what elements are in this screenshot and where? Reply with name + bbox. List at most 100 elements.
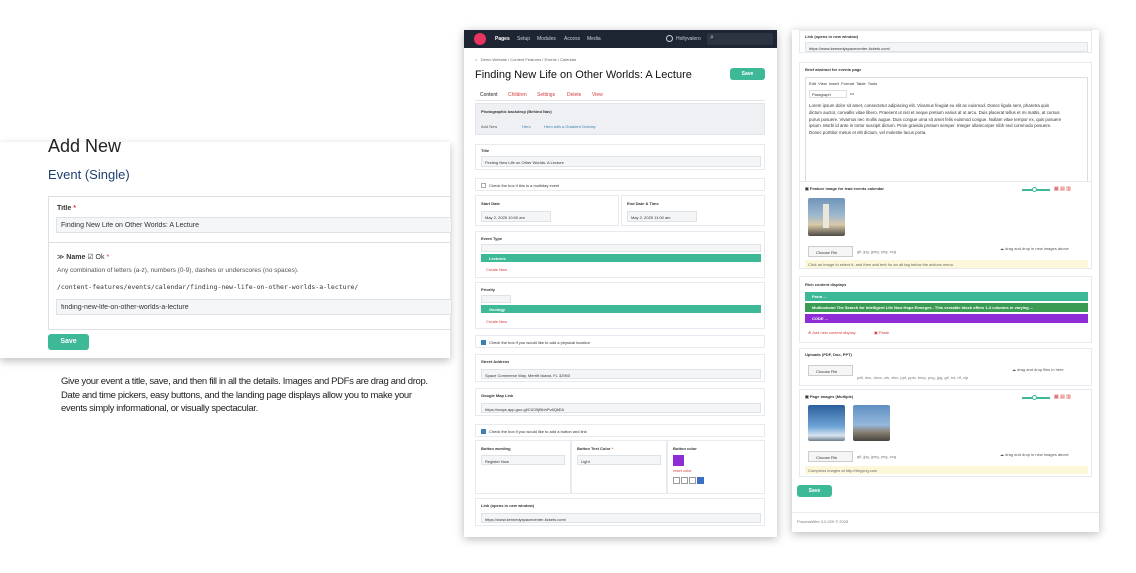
button-check-fieldset: Check the box if you would like to add a… bbox=[475, 424, 765, 437]
content-display-item[interactable]: CODE ... bbox=[805, 314, 1088, 323]
backdrop-field: Photographic backdrop (Behind Nav) Add N… bbox=[475, 103, 765, 135]
street-input[interactable]: Space Commerce Way, Merritt Island, FL 3… bbox=[481, 369, 761, 379]
button-check-label: Check the box if you would like to add a… bbox=[489, 429, 587, 434]
nav-pages[interactable]: Pages bbox=[495, 36, 510, 42]
more-icon[interactable]: ••• bbox=[850, 91, 854, 96]
event-type-item[interactable]: Lectures bbox=[481, 254, 761, 262]
button-color-fieldset: Button color reset color bbox=[667, 440, 765, 494]
end-date-input[interactable]: May 2, 2025 11:00 am bbox=[627, 211, 697, 222]
nav-user[interactable]: Hollyvalero bbox=[676, 36, 701, 42]
processwire-logo[interactable] bbox=[474, 33, 486, 45]
top-nav: Pages Setup Modules Access Media Hollyva… bbox=[464, 30, 777, 48]
choose-file-button[interactable]: Choose File bbox=[808, 246, 853, 257]
add-display-link[interactable]: ⊕ Add new content display bbox=[808, 330, 856, 335]
start-date-input[interactable]: May 2, 2025 10:00 am bbox=[481, 211, 551, 222]
add-new-panel: Add New Event (Single) Title * Finding N… bbox=[0, 126, 452, 358]
backdrop-gradient[interactable]: Hero with a Gradient Overlay bbox=[544, 124, 596, 129]
physical-location-fieldset: Check the box if you would like to add a… bbox=[475, 335, 765, 348]
grid-view-icon[interactable]: ▦ ▤ ▥ bbox=[1054, 186, 1071, 192]
collapse-icon[interactable]: ≫ bbox=[57, 254, 64, 261]
link-fieldset: Link (opens in new window) https://www.k… bbox=[475, 498, 765, 526]
drag-files-hint: ☁ drag and drop files in here bbox=[1012, 367, 1064, 372]
uploads-label: Uploads (PDF, Doc, PPT) bbox=[805, 352, 852, 357]
reset-color-link[interactable]: reset color bbox=[673, 468, 692, 473]
size-slider[interactable] bbox=[1022, 187, 1050, 192]
home-icon[interactable]: ⌂ bbox=[475, 57, 477, 62]
choose-file-button[interactable]: Choose File bbox=[808, 365, 853, 376]
title-input[interactable]: Finding New Life on Other Worlds: A Lect… bbox=[56, 217, 452, 233]
backdrop-label: Photographic backdrop (Behind Nav) bbox=[481, 109, 552, 114]
format-select[interactable]: Paragraph bbox=[809, 90, 847, 98]
street-fieldset: Street Address Space Commerce Way, Merri… bbox=[475, 354, 765, 382]
drag-drop-hint: ☁ drag and drop in new images above bbox=[1000, 246, 1069, 251]
button-wording-label: Button wording bbox=[481, 446, 511, 451]
nav-setup[interactable]: Setup bbox=[517, 36, 530, 42]
button-text-color-select[interactable]: Light bbox=[577, 455, 661, 465]
tab-settings[interactable]: Settings bbox=[537, 92, 555, 98]
link-input[interactable]: https://www.kennedyspacecenter-tickets.c… bbox=[481, 513, 761, 523]
event-type-label: Event Type bbox=[481, 236, 503, 241]
end-date-fieldset: End Date & Time May 2, 2025 11:00 am bbox=[621, 195, 765, 226]
priority-label: Priority bbox=[481, 287, 496, 292]
save-button[interactable]: Save bbox=[48, 334, 89, 350]
size-slider[interactable] bbox=[1022, 395, 1050, 400]
nav-media[interactable]: Media bbox=[587, 36, 601, 42]
uploads-fieldset: Uploads (PDF, Doc, PPT) Choose File pdf,… bbox=[799, 348, 1092, 386]
tab-children[interactable]: Children bbox=[508, 92, 527, 98]
footer-text: ProcessWire 3.0.229 © 2025 bbox=[797, 519, 849, 524]
backdrop-add-new[interactable]: Add New bbox=[481, 124, 497, 129]
compress-hint: Compress images at http://tinypng.com bbox=[805, 466, 1088, 474]
required-mark: * bbox=[73, 205, 76, 212]
button-checkbox[interactable] bbox=[481, 429, 486, 434]
editor-content[interactable]: Lorem ipsum dolor sit amet, consectetur … bbox=[809, 103, 1086, 137]
link-input[interactable]: https://www.kennedyspacecenter-tickets.c… bbox=[805, 42, 1088, 52]
priority-item[interactable]: Geology bbox=[481, 305, 761, 313]
page-title: Finding New Life on Other Worlds: A Lect… bbox=[475, 69, 692, 81]
content-display-item[interactable]: Parra ... bbox=[805, 292, 1088, 301]
create-new-link[interactable]: Create New bbox=[486, 267, 507, 272]
choose-file-button[interactable]: Choose File bbox=[808, 451, 853, 462]
link-label: Link (opens in new window) bbox=[481, 503, 535, 508]
map-input[interactable]: https://maps.app.goo.gl/Ct2J9jf5bhPv8QkE… bbox=[481, 403, 761, 413]
caption: Give your event a title, save, and then … bbox=[61, 376, 428, 414]
nav-modules[interactable]: Modules bbox=[537, 36, 556, 42]
ok-label: Ok bbox=[95, 254, 105, 261]
rich-content-label: Rich content displays bbox=[805, 282, 847, 287]
nav-access[interactable]: Access bbox=[564, 36, 580, 42]
priority-fieldset: Priority Geology Create New bbox=[475, 282, 765, 329]
allowed-extensions: pdf, doc, docx, xls, xlsx, ppt, pptx, bm… bbox=[857, 375, 969, 380]
event-type-select[interactable] bbox=[481, 244, 761, 252]
priority-select[interactable] bbox=[481, 295, 511, 303]
title-fieldset: Title Finding New Life on Other Worlds: … bbox=[475, 144, 765, 170]
start-date-fieldset: Start Date May 2, 2025 10:00 am bbox=[475, 195, 619, 226]
create-new-link[interactable]: Create New bbox=[486, 319, 507, 324]
color-palette[interactable] bbox=[673, 477, 705, 484]
title-input[interactable]: Finding New Life on Other Worlds: A Lect… bbox=[481, 156, 761, 167]
page-images-fieldset: ▣ Page images (Multiple) ▦ ▤ ▥ Choose Fi… bbox=[799, 389, 1092, 477]
map-label: Google Map Link bbox=[481, 393, 514, 398]
name-input[interactable]: finding-new-life-on-other-worlds-a-lectu… bbox=[56, 299, 452, 315]
content-display-item[interactable]: Multicolumn The Search for Intelligent L… bbox=[805, 303, 1088, 312]
save-button[interactable]: Save bbox=[730, 68, 765, 80]
nav-search-input[interactable]: ⌕ bbox=[707, 33, 773, 45]
multiday-label: Check the box if this is a multiday even… bbox=[489, 183, 560, 188]
name-label: Name bbox=[66, 254, 86, 261]
tab-view[interactable]: View bbox=[592, 92, 603, 98]
sky-image[interactable] bbox=[808, 405, 845, 441]
multiday-checkbox[interactable] bbox=[481, 183, 486, 188]
grid-view-icon[interactable]: ▦ ▤ ▥ bbox=[1054, 394, 1071, 400]
page-heading: Add New bbox=[48, 136, 122, 156]
tab-delete[interactable]: Delete bbox=[567, 92, 581, 98]
feature-image-label: ▣ Feature image for lead events calendar bbox=[805, 186, 884, 191]
color-swatch[interactable] bbox=[673, 455, 684, 466]
tab-content[interactable]: Content bbox=[480, 92, 498, 98]
button-text-color-fieldset: Button Text Color * Light bbox=[571, 440, 667, 494]
paste-link[interactable]: ▣ Paste bbox=[874, 330, 889, 335]
backdrop-hero[interactable]: Hero bbox=[522, 124, 531, 129]
rocket-launch-image[interactable] bbox=[808, 198, 845, 236]
physical-label: Check the box if you would like to add a… bbox=[489, 340, 590, 345]
save-button[interactable]: Save bbox=[797, 485, 832, 497]
button-wording-input[interactable]: Register Now bbox=[481, 455, 565, 465]
physical-checkbox[interactable] bbox=[481, 340, 486, 345]
launch-pad-image[interactable] bbox=[853, 405, 890, 441]
